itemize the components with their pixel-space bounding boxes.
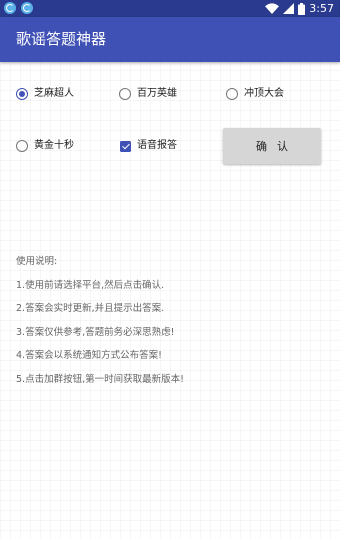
voice-answer-checkbox[interactable]: 语音报答 bbox=[120, 136, 177, 156]
confirm-button[interactable]: 确认 bbox=[223, 128, 321, 164]
radio-button-indicator[interactable] bbox=[16, 88, 28, 100]
signal-icon bbox=[283, 3, 295, 14]
radio-button-indicator[interactable] bbox=[119, 88, 131, 100]
instruction-line: 1.使用前请选择平台,然后点击确认. bbox=[16, 279, 165, 291]
radio-label: 百万英雄 bbox=[137, 88, 177, 99]
radio-button-indicator[interactable] bbox=[226, 88, 238, 100]
radio-label: 芝麻超人 bbox=[34, 88, 74, 99]
battery-icon bbox=[298, 2, 306, 15]
radio-platform-zhima[interactable]: 芝麻超人 bbox=[16, 84, 74, 104]
radio-platform-baiwan[interactable]: 百万英雄 bbox=[119, 84, 177, 104]
radio-platform-huangjin[interactable]: 黄金十秒 bbox=[16, 136, 74, 156]
checkbox-label: 语音报答 bbox=[137, 140, 177, 151]
instructions-section: 使用说明: 1.使用前请选择平台,然后点击确认. 2.答案会实时更新,并且提示出… bbox=[16, 256, 326, 386]
app-notification-icon bbox=[4, 2, 16, 14]
app-notification-icon bbox=[21, 2, 33, 14]
status-icons: 3:57 bbox=[265, 1, 334, 16]
app-toolbar: 歌谣答题神器 bbox=[0, 17, 340, 62]
status-time: 3:57 bbox=[309, 2, 334, 15]
checkbox-indicator[interactable] bbox=[120, 140, 131, 152]
wifi-icon bbox=[265, 3, 280, 14]
toolbar-title: 歌谣答题神器 bbox=[16, 30, 107, 48]
radio-button-indicator[interactable] bbox=[16, 140, 28, 152]
instruction-line: 5.点击加群按钮,第一时间获取最新版本! bbox=[16, 373, 184, 385]
instruction-line: 3.答案仅供参考,答题前务必深思熟虑! bbox=[16, 326, 175, 338]
instruction-line: 2.答案会实时更新,并且提示出答案. bbox=[16, 303, 165, 314]
instructions-title: 使用说明: bbox=[16, 256, 58, 267]
instruction-line: 4.答案会以系统通知方式公布答案! bbox=[16, 350, 162, 361]
radio-platform-chongding[interactable]: 冲顶大会 bbox=[226, 84, 284, 104]
radio-label: 冲顶大会 bbox=[244, 88, 284, 99]
radio-label: 黄金十秒 bbox=[34, 140, 74, 151]
status-bar: 3:57 bbox=[0, 0, 340, 17]
